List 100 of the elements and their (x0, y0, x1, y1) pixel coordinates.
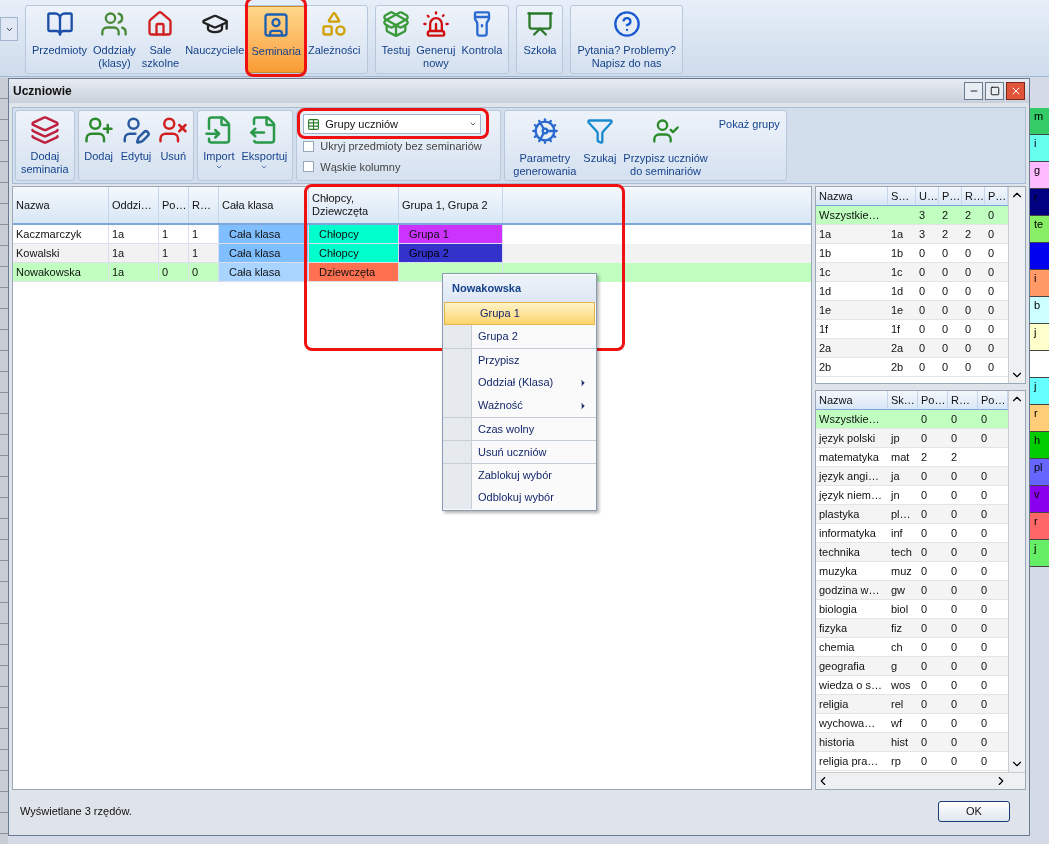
table-row[interactable]: godzina w… gw 0 0 0 (816, 581, 1008, 600)
ribbon-button[interactable]: Usuń (156, 111, 191, 180)
column-header[interactable]: Oddzi… (109, 187, 159, 223)
table-cell-text: 0 (920, 430, 929, 446)
ribbon-button[interactable]: Sale szkolne (138, 6, 183, 73)
table-cell-text: 0 (980, 753, 989, 769)
column-header[interactable]: Po… (918, 391, 948, 409)
quick-access-button[interactable] (0, 17, 18, 41)
column-header[interactable]: Chłopcy, Dziewczęta (309, 187, 399, 223)
ribbon-button[interactable]: Przedmioty (29, 6, 91, 73)
table-cell-text: 0 (950, 601, 959, 617)
column-header[interactable]: S… (888, 187, 916, 205)
column-header[interactable]: R… (948, 391, 978, 409)
vertical-scrollbar[interactable] (1008, 391, 1025, 772)
ribbon-button[interactable]: Zależności (304, 6, 364, 73)
table-row[interactable]: plastyka pl… 0 0 0 (816, 505, 1008, 524)
menu-item[interactable]: Usuń uczniów (443, 440, 596, 463)
close-button[interactable] (1006, 82, 1025, 100)
minimize-button[interactable] (964, 82, 983, 100)
checkbox[interactable] (303, 161, 315, 173)
cell-text: i (1034, 272, 1037, 284)
ok-button[interactable]: OK (938, 800, 1010, 822)
table-row[interactable]: Kowalski 1a 1 1 Cała klasa Chłopcy Grupa 2 (13, 244, 811, 263)
remove-user-icon (158, 115, 189, 145)
ribbon-button[interactable]: Import (201, 111, 237, 180)
table-cell-text: 0 (918, 283, 927, 299)
table-row[interactable]: 2a 2a 0 0 0 0 (816, 339, 1008, 358)
table-cell-text: 0 (920, 525, 929, 541)
ribbon-button[interactable]: Nauczyciele (182, 6, 248, 73)
ribbon-button[interactable]: Generuj nowy (413, 6, 459, 73)
table-row[interactable]: Wszystkie… 0 0 0 (816, 410, 1008, 429)
column-header[interactable]: Sk… (888, 391, 918, 409)
table-cell-text: 0 (941, 264, 950, 280)
table-cell-text: fizyka (818, 620, 849, 636)
table-cell-text: 0 (987, 359, 996, 375)
vertical-scrollbar[interactable] (1008, 187, 1025, 383)
table-row[interactable]: język polski jp 0 0 0 (816, 429, 1008, 448)
table-row[interactable]: geografia g 0 0 0 (816, 657, 1008, 676)
ribbon-button[interactable]: Oddziały (klasy) (90, 6, 139, 73)
ribbon-button[interactable]: Pytania? Problemy? Napisz do nas (574, 6, 679, 73)
table-row[interactable]: język angi… ja 0 0 0 (816, 467, 1008, 486)
table-cell-text: hist (890, 734, 910, 750)
table-cell-text: 0 (950, 506, 959, 522)
maximize-button[interactable] (985, 82, 1004, 100)
ribbon-button[interactable]: Szkoła (520, 6, 560, 73)
menu-item[interactable]: Zablokuj wybór (443, 463, 596, 486)
menu-item[interactable]: Czas wolny (443, 417, 596, 440)
table-row[interactable]: technika tech 0 0 0 (816, 543, 1008, 562)
checkbox[interactable] (303, 140, 315, 152)
ribbon-button[interactable]: Seminaria (247, 6, 305, 73)
table-cell-text: 1a (818, 226, 833, 242)
table-cell-text: 0 (980, 620, 989, 636)
table-cell-text: 0 (941, 321, 950, 337)
menu-item[interactable]: Oddział (Klasa) (443, 371, 596, 394)
table-cell-text: 0 (918, 245, 927, 261)
column-header[interactable]: Grupa 1, Grupa 2 (399, 187, 503, 223)
ribbon-button[interactable]: Testuj (378, 6, 414, 73)
ribbon-button[interactable]: Dodaj seminaria (19, 111, 71, 180)
table-row[interactable]: fizyka fiz 0 0 0 (816, 619, 1008, 638)
ribbon-button[interactable]: Eksportuj (239, 111, 290, 180)
ribbon-button[interactable]: Parametry generowania (511, 111, 579, 178)
ribbon-button[interactable]: Szukaj (581, 111, 619, 165)
table-cell-text: 0 (987, 302, 996, 318)
table-cell-text: 0 (980, 468, 989, 484)
table-row[interactable]: 1e 1e 0 0 0 0 (816, 301, 1008, 320)
menu-item[interactable]: Ważność (443, 394, 596, 417)
ribbon-button[interactable]: Kontrola (458, 6, 506, 73)
column-header[interactable]: Cała klasa (219, 187, 309, 223)
table-cell: 0 (159, 263, 189, 282)
table-cell-text: 0 (941, 283, 950, 299)
column-header[interactable]: Nazwa (13, 187, 109, 223)
table-row[interactable]: historia hist 0 0 0 (816, 733, 1008, 752)
table-cell-text: plastyka (818, 506, 861, 522)
table-row[interactable]: religia rel 0 0 0 (816, 695, 1008, 714)
table-cell-text: tech (890, 544, 913, 560)
menu-item[interactable]: Przypisz (443, 348, 596, 371)
column-header[interactable]: U… (916, 187, 939, 205)
table-cell: Cała klasa (219, 263, 309, 282)
ribbon-button[interactable]: Edytuj (118, 111, 154, 180)
column-header[interactable]: Po… (159, 187, 189, 223)
column-header[interactable]: Nazwa (816, 187, 888, 205)
menu-item[interactable]: Odblokuj wybór (443, 486, 596, 509)
table-row[interactable]: 1c 1c 0 0 0 0 (816, 263, 1008, 282)
assign-user-icon (651, 117, 680, 145)
table-cell-text: muz (890, 563, 913, 579)
table-cell-text: jn (889, 487, 901, 503)
column-header[interactable]: P… (939, 187, 962, 205)
table-cell-text: biol (890, 601, 910, 617)
table-row[interactable]: Wszystkie… 3 2 2 0 (816, 206, 1008, 225)
ribbon-button[interactable]: Dodaj (81, 111, 116, 180)
menu-item[interactable]: Grupa 2 (443, 325, 596, 348)
table-row[interactable]: 1a 1a 3 2 2 0 (816, 225, 1008, 244)
menu-item[interactable]: Grupa 1 (444, 302, 595, 325)
column-header[interactable]: R… (962, 187, 985, 205)
ribbon-button[interactable]: Przypisz uczniów do seminariów (621, 111, 710, 178)
column-header[interactable]: R… (189, 187, 219, 223)
horizontal-scrollbar[interactable] (816, 772, 1025, 789)
table-cell-text: 0 (920, 411, 929, 427)
column-header[interactable]: Nazwa (816, 391, 888, 409)
view-dropdown[interactable]: Grupy uczniów (303, 114, 482, 134)
